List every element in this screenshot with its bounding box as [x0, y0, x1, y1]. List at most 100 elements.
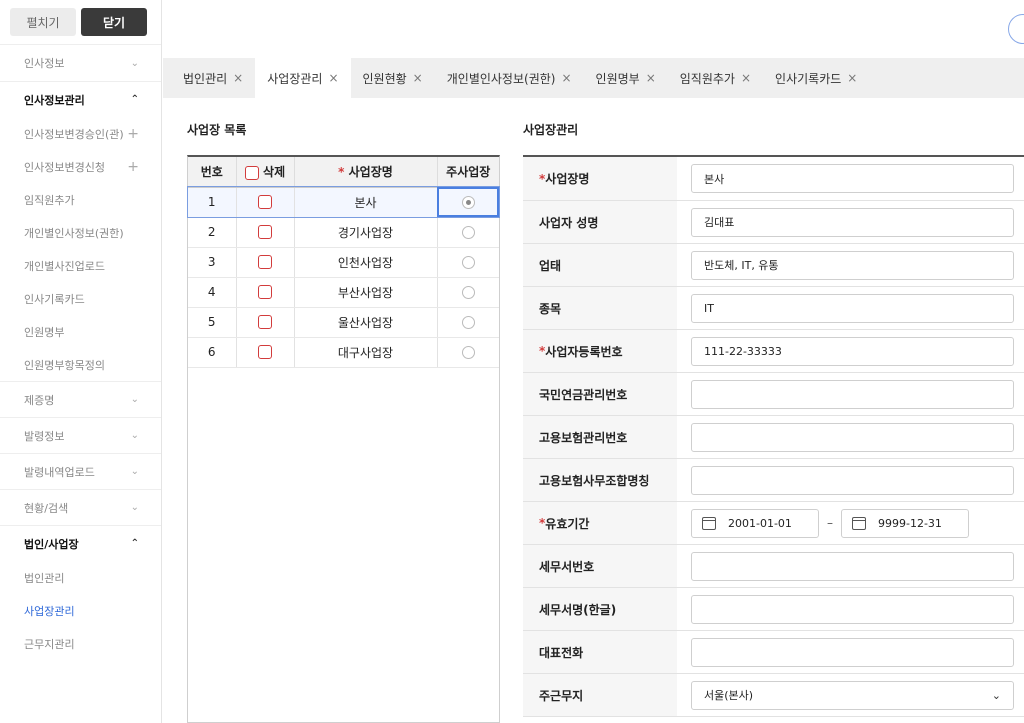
- calendar-icon[interactable]: [702, 516, 716, 530]
- text-input[interactable]: 111-22-33333: [691, 336, 1014, 366]
- form-value: [677, 373, 1024, 415]
- close-icon[interactable]: ×: [847, 71, 857, 85]
- main-workplace-radio[interactable]: [461, 226, 475, 239]
- sidebar-group[interactable]: 인사정보 ⌄: [0, 45, 161, 81]
- text-input[interactable]: 김대표: [691, 207, 1014, 237]
- main-workplace-radio[interactable]: [461, 346, 475, 359]
- table-row[interactable]: 4 부산사업장: [188, 277, 499, 308]
- top-header: [163, 0, 1024, 58]
- text-input[interactable]: [691, 465, 1014, 495]
- form-row: 세무서번호: [523, 545, 1024, 588]
- close-icon[interactable]: ×: [646, 71, 656, 85]
- form-value: 서울(본사) ⌄: [677, 674, 1024, 716]
- row-delete: [236, 247, 295, 278]
- table-row[interactable]: 2 경기사업장: [188, 217, 499, 248]
- date-to-input[interactable]: 9999-12-31: [841, 508, 969, 538]
- text-input[interactable]: [691, 594, 1014, 624]
- delete-checkbox[interactable]: [258, 255, 272, 270]
- main-workplace-radio[interactable]: [461, 196, 475, 209]
- row-no: 6: [188, 337, 237, 368]
- plus-icon[interactable]: +: [127, 159, 139, 175]
- sidebar-item[interactable]: 인사정보변경신청 +: [0, 150, 161, 183]
- sidebar-toggle: 펼치기 닫기: [0, 0, 161, 45]
- delete-all-checkbox[interactable]: [244, 165, 259, 180]
- delete-checkbox[interactable]: [258, 345, 272, 360]
- main-workplace-radio[interactable]: [461, 256, 475, 269]
- sidebar-item-label: 인사기록카드: [24, 292, 85, 306]
- close-icon[interactable]: ×: [413, 71, 423, 85]
- tab-item[interactable]: 인원현황 ×: [351, 58, 435, 98]
- sidebar-item[interactable]: 인원명부항목정의: [0, 348, 161, 381]
- table-row[interactable]: 1 본사: [187, 186, 500, 218]
- col-delete[interactable]: 삭제: [236, 157, 295, 188]
- tab-label: 사업장관리: [267, 71, 323, 86]
- sidebar-item[interactable]: 인원명부: [0, 315, 161, 348]
- form-value: [677, 416, 1024, 458]
- close-icon[interactable]: ×: [561, 71, 571, 85]
- calendar-icon[interactable]: [852, 516, 866, 530]
- sidebar-group[interactable]: 발령정보 ⌄: [0, 417, 161, 453]
- tab-item[interactable]: 인사기록카드 ×: [763, 58, 869, 98]
- main-workplace-radio[interactable]: [461, 316, 475, 329]
- sidebar-item[interactable]: 인사정보변경승인(관) +: [0, 117, 161, 150]
- profile-button[interactable]: [1008, 14, 1024, 44]
- tab-item[interactable]: 개인별인사정보(권한) ×: [435, 58, 584, 98]
- text-input[interactable]: [691, 551, 1014, 581]
- sidebar-item[interactable]: 법인관리: [0, 561, 161, 594]
- sidebar-item-label: 제증명: [24, 393, 55, 407]
- delete-checkbox[interactable]: [258, 315, 272, 330]
- table-row[interactable]: 3 인천사업장: [188, 247, 499, 278]
- tab-item[interactable]: 인원명부 ×: [584, 58, 668, 98]
- tab-item[interactable]: 법인관리 ×: [171, 58, 255, 98]
- form-label: 고용보험관리번호: [523, 416, 677, 458]
- tab-item[interactable]: 사업장관리 ×: [255, 58, 351, 98]
- sidebar-item[interactable]: 근무지관리: [0, 627, 161, 660]
- collapse-button[interactable]: 닫기: [81, 8, 147, 36]
- plus-icon[interactable]: +: [127, 126, 139, 142]
- workplace-select[interactable]: 서울(본사) ⌄: [691, 680, 1014, 710]
- tab-label: 법인관리: [183, 71, 228, 86]
- close-icon[interactable]: ×: [741, 71, 751, 85]
- form-row: * 사업자등록번호 111-22-33333: [523, 330, 1024, 373]
- sidebar-group[interactable]: 법인/사업장 ⌃: [0, 525, 161, 561]
- sidebar-item[interactable]: 인사기록카드: [0, 282, 161, 315]
- close-icon[interactable]: ×: [328, 71, 338, 85]
- workplace-form: * 사업장명 본사 사업자 성명 김대표 업태 반도체, IT, 유통 종목 IT * 사업자등록번…: [523, 155, 1024, 717]
- table-row[interactable]: 5 울산사업장: [188, 307, 499, 338]
- sidebar-item-label: 법인관리: [24, 571, 65, 585]
- sidebar-item[interactable]: 개인별사진업로드: [0, 249, 161, 282]
- date-from-input[interactable]: 2001-01-01: [691, 508, 819, 538]
- main-workplace-radio[interactable]: [461, 286, 475, 299]
- text-input[interactable]: [691, 637, 1014, 667]
- sidebar-item-label: 개인별인사정보(권한): [24, 226, 124, 240]
- form-label-text: 국민연금관리번호: [539, 387, 628, 402]
- table-row[interactable]: 6 대구사업장: [188, 337, 499, 368]
- sidebar-item-label: 사업장관리: [24, 604, 75, 618]
- text-input[interactable]: IT: [691, 293, 1014, 323]
- text-input[interactable]: [691, 379, 1014, 409]
- text-input[interactable]: 반도체, IT, 유통: [691, 250, 1014, 280]
- text-input[interactable]: 본사: [691, 164, 1014, 193]
- table-header: 번호 삭제 * 사업장명 주사업장: [188, 157, 499, 188]
- sidebar-item-label: 개인별사진업로드: [24, 259, 105, 273]
- delete-checkbox[interactable]: [258, 195, 272, 210]
- delete-checkbox[interactable]: [258, 225, 272, 240]
- sidebar-group[interactable]: 발령내역업로드 ⌄: [0, 453, 161, 489]
- row-no: 2: [188, 217, 237, 248]
- expand-button[interactable]: 펼치기: [10, 8, 76, 36]
- chevron-down-icon: ⌄: [130, 502, 139, 513]
- text-input[interactable]: [691, 422, 1014, 452]
- sidebar-item[interactable]: 개인별인사정보(권한): [0, 216, 161, 249]
- delete-checkbox[interactable]: [258, 285, 272, 300]
- sidebar-item[interactable]: 사업장관리: [0, 594, 161, 627]
- sidebar-group[interactable]: 제증명 ⌄: [0, 381, 161, 417]
- sidebar-group[interactable]: 현황/검색 ⌄: [0, 489, 161, 525]
- row-main: [437, 307, 499, 338]
- form-row: * 유효기간 2001-01-01 – 9999-12-31: [523, 502, 1024, 545]
- sidebar-item-label: 발령정보: [24, 429, 65, 443]
- sidebar-item[interactable]: 임직원추가: [0, 183, 161, 216]
- close-icon[interactable]: ×: [233, 71, 243, 85]
- form-label: 세무서명(한글): [523, 588, 677, 630]
- tab-item[interactable]: 임직원추가 ×: [668, 58, 763, 98]
- sidebar-group[interactable]: 인사정보관리 ⌃: [0, 81, 161, 117]
